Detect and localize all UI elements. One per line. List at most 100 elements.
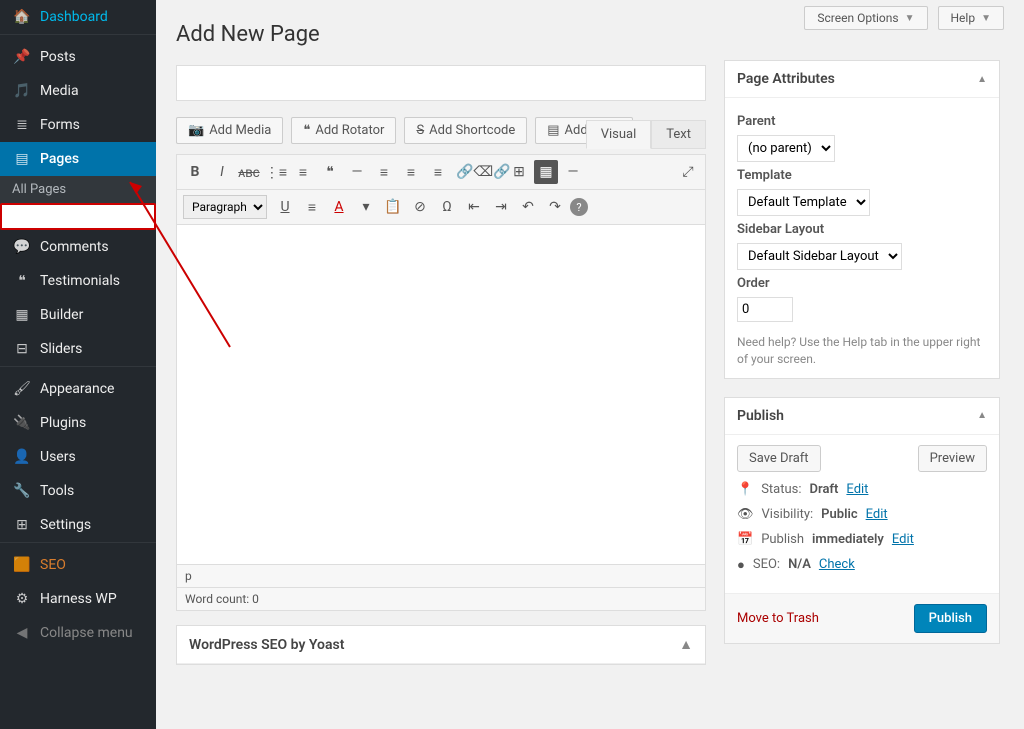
underline-button[interactable]: U [273, 195, 297, 219]
sidebar-subitem-add-new[interactable]: Add New [0, 203, 156, 230]
tab-visual[interactable]: Visual [586, 120, 652, 149]
page-attributes-body: Parent (no parent) Template Default Temp… [725, 98, 999, 378]
seo-value: N/A [788, 557, 811, 572]
bold-button[interactable]: B [183, 160, 207, 184]
schedule-row: 📅 Publish immediately Edit [737, 532, 987, 547]
schedule-label: Publish [761, 532, 804, 547]
preview-button[interactable]: Preview [918, 445, 987, 472]
redo-button[interactable]: ↷ [543, 195, 567, 219]
slider-icon: ⊟ [12, 339, 32, 359]
sidebar-item-harness[interactable]: ⚙Harness WP [0, 582, 156, 616]
indent-button[interactable]: ⇥ [489, 195, 513, 219]
seo-row: ● SEO: N/A Check [737, 557, 987, 573]
align-center-button[interactable]: ≡ [399, 160, 423, 184]
seo-panel-title: WordPress SEO by Yoast [189, 637, 344, 653]
sidebar-label: Sliders [40, 341, 82, 357]
blockquote-button[interactable]: ❝ [318, 160, 342, 184]
editor: Visual Text B I ᴀʙᴄ ⋮≡ ≡ ❝ — ≡ ≡ ≡ 🔗 ⌫🔗 … [176, 154, 706, 611]
paste-text-button[interactable]: 📋 [381, 195, 405, 219]
publish-header[interactable]: Publish ▲ [725, 398, 999, 435]
sidebar-item-appearance[interactable]: 🖌Appearance [0, 372, 156, 406]
justify-button[interactable]: ≡ [300, 195, 324, 219]
sidebar-item-tools[interactable]: 🔧Tools [0, 474, 156, 508]
special-char-button[interactable]: Ω [435, 195, 459, 219]
visibility-edit-link[interactable]: Edit [866, 507, 888, 522]
add-shortcode-button[interactable]: S Add Shortcode [404, 117, 527, 144]
hr2-button[interactable]: — [561, 160, 585, 184]
numbered-list-button[interactable]: ≡ [291, 160, 315, 184]
chevron-up-icon: ▲ [679, 636, 693, 653]
editor-tabs: Visual Text [586, 120, 706, 149]
sidebar-item-pages[interactable]: ▤Pages [0, 142, 156, 176]
calendar-icon: 📅 [737, 532, 753, 547]
seo-panel-header[interactable]: WordPress SEO by Yoast ▲ [177, 626, 705, 664]
strike-button[interactable]: ᴀʙᴄ [237, 160, 261, 184]
fullscreen-button[interactable]: ⤢ [676, 160, 700, 184]
italic-button[interactable]: I [210, 160, 234, 184]
sidebar-item-comments[interactable]: 💬Comments [0, 230, 156, 264]
sidebar-item-forms[interactable]: ≣Forms [0, 108, 156, 142]
sidebar-item-users[interactable]: 👤Users [0, 440, 156, 474]
sidebar-item-dashboard[interactable]: 🏠Dashboard [0, 0, 156, 34]
hr-button[interactable]: — [345, 160, 369, 184]
sidebar-label: Builder [40, 307, 83, 323]
sidebar-item-builder[interactable]: ▦Builder [0, 298, 156, 332]
page-title-input[interactable] [176, 65, 706, 101]
template-select[interactable]: Default Template [737, 189, 870, 216]
pin-icon: 📌 [12, 47, 32, 67]
btn-label: Add Rotator [315, 123, 384, 138]
sidebar-label: Dashboard [40, 9, 108, 25]
sidebar-label: Plugins [40, 415, 86, 431]
attributes-help-text: Need help? Use the Help tab in the upper… [737, 334, 987, 368]
sidebar-layout-select[interactable]: Default Sidebar Layout [737, 243, 902, 270]
sidebar-item-plugins[interactable]: 🔌 Plugins [0, 406, 156, 440]
btn-label: Add Shortcode [429, 123, 515, 138]
help-icon[interactable]: ? [570, 198, 588, 216]
sidebar-item-testimonials[interactable]: ❝Testimonials [0, 264, 156, 298]
editor-path: p [185, 569, 192, 583]
align-left-button[interactable]: ≡ [372, 160, 396, 184]
undo-button[interactable]: ↶ [516, 195, 540, 219]
forms-icon: ≣ [12, 115, 32, 135]
chevron-down-icon[interactable]: ▾ [354, 195, 378, 219]
schedule-edit-link[interactable]: Edit [892, 532, 914, 547]
sidebar-label: Settings [40, 517, 91, 533]
plugin-icon: 🔌 [12, 413, 32, 433]
sidebar-layout-label: Sidebar Layout [737, 222, 987, 237]
sidebar-label: Users [40, 449, 76, 465]
add-rotator-button[interactable]: ❝Add Rotator [291, 117, 396, 144]
bullet-list-button[interactable]: ⋮≡ [264, 160, 288, 184]
order-input[interactable] [737, 297, 793, 322]
sidebar-item-posts[interactable]: 📌Posts [0, 40, 156, 74]
publish-button[interactable]: Publish [914, 604, 987, 633]
tab-text[interactable]: Text [651, 120, 706, 149]
sidebar-item-seo[interactable]: 🟧SEO [0, 548, 156, 582]
clear-format-button[interactable]: ⊘ [408, 195, 432, 219]
add-media-button[interactable]: 📷Add Media [176, 117, 283, 144]
sidebar-label: Comments [40, 239, 109, 255]
status-edit-link[interactable]: Edit [846, 482, 868, 497]
sidebar-label: Testimonials [40, 273, 120, 289]
parent-select[interactable]: (no parent) [737, 135, 835, 162]
sidebar-subitem-all-pages[interactable]: All Pages [0, 176, 156, 203]
sidebar-item-collapse[interactable]: ◀Collapse menu [0, 616, 156, 650]
unlink-button[interactable]: ⌫🔗 [480, 160, 504, 184]
admin-sidebar: 🏠Dashboard 📌Posts 🎵Media ≣Forms ▤Pages A… [0, 0, 156, 729]
sidebar-item-sliders[interactable]: ⊟ Sliders [0, 332, 156, 366]
save-draft-button[interactable]: Save Draft [737, 445, 821, 472]
format-select[interactable]: Paragraph [183, 195, 267, 219]
key-icon: 📍 [737, 482, 753, 497]
strike-icon: S [416, 123, 424, 138]
text-color-button[interactable]: A [327, 195, 351, 219]
outdent-button[interactable]: ⇤ [462, 195, 486, 219]
page-attributes-header[interactable]: Page Attributes ▲ [725, 61, 999, 98]
move-to-trash-link[interactable]: Move to Trash [737, 611, 819, 626]
sidebar-item-media[interactable]: 🎵Media [0, 74, 156, 108]
editor-body[interactable] [176, 225, 706, 565]
editor-toolbar-1: B I ᴀʙᴄ ⋮≡ ≡ ❝ — ≡ ≡ ≡ 🔗 ⌫🔗 ⊞ ▦ — ⤢ [176, 154, 706, 190]
seo-check-link[interactable]: Check [819, 557, 855, 572]
sidebar-item-settings[interactable]: ⊞Settings [0, 508, 156, 542]
toolbar-toggle-button[interactable]: ▦ [534, 160, 558, 184]
more-button[interactable]: ⊞ [507, 160, 531, 184]
align-right-button[interactable]: ≡ [426, 160, 450, 184]
